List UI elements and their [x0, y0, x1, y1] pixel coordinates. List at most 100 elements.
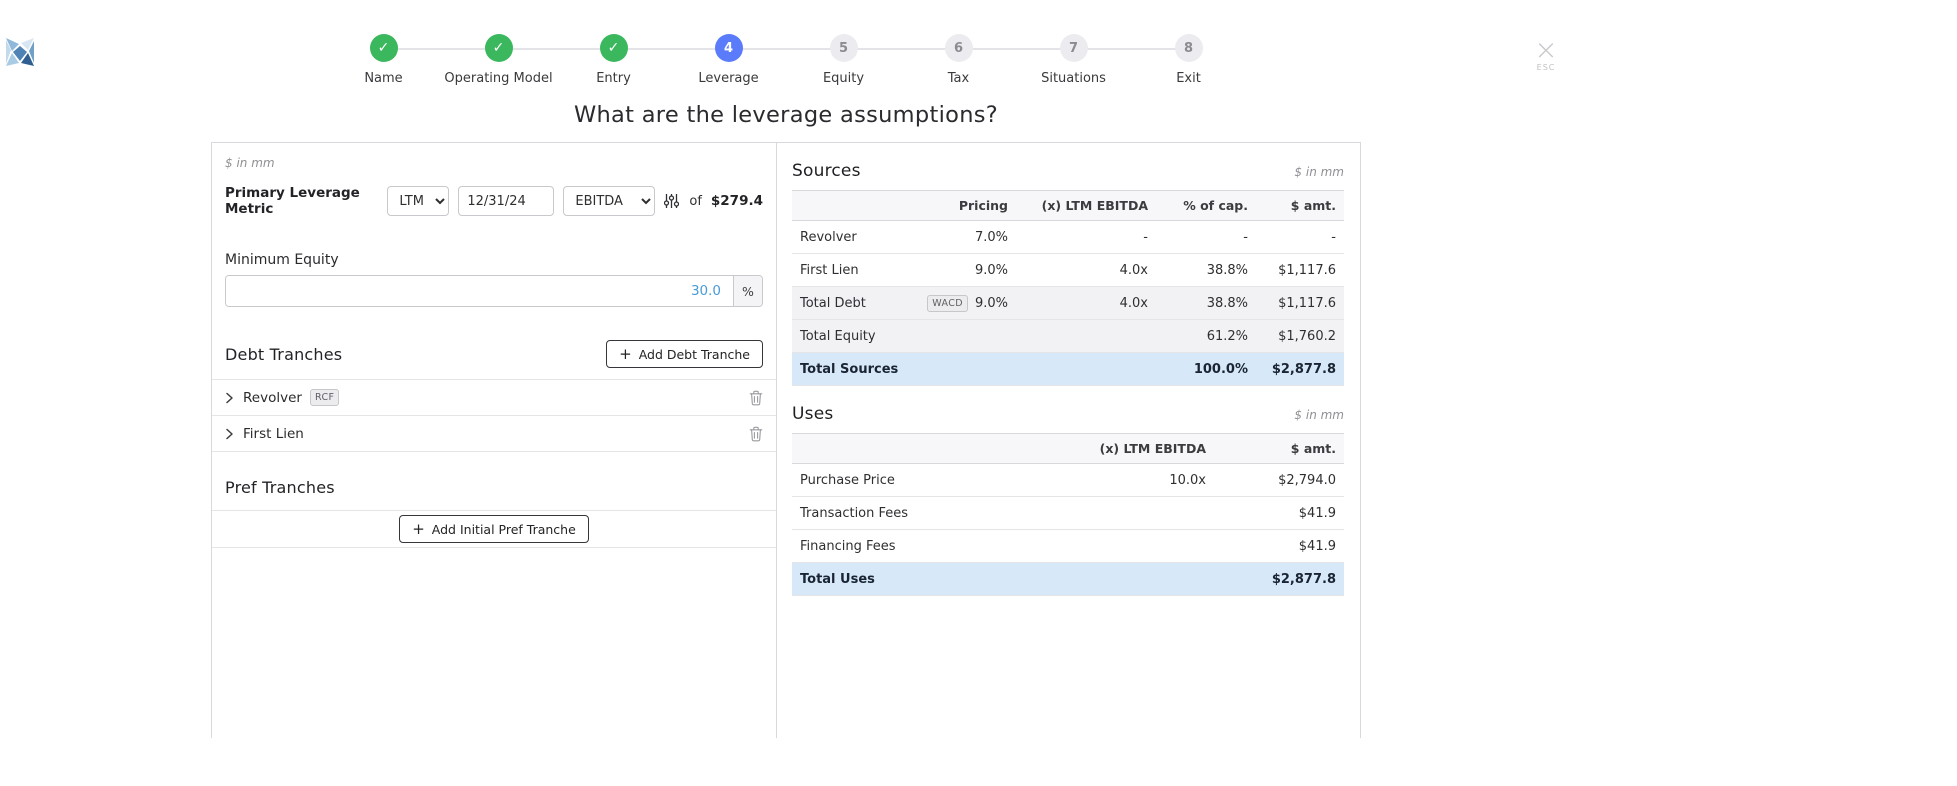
step-label: Name — [364, 71, 402, 86]
sources-row-total-debt: Total DebtWACD9.0%4.0x38.8%$1,117.6 — [792, 287, 1344, 320]
esc-label: ESC — [1527, 63, 1565, 72]
row-label: Total Equity — [792, 320, 906, 353]
stepper-steps: ✓ Name ✓Operating Model ✓ Entry 4 Leverage 5 Equ… — [326, 34, 1246, 86]
close-button[interactable]: × ESC — [1527, 38, 1565, 72]
check-icon: ✓ — [600, 34, 628, 62]
row-label: Financing Fees — [792, 530, 932, 563]
row-label: Transaction Fees — [792, 497, 932, 530]
stepper-step-name[interactable]: ✓ Name — [326, 34, 441, 86]
column-header — [792, 191, 906, 221]
ltm-ebitda-cell — [932, 497, 1214, 530]
row-label: Total Debt — [792, 287, 906, 320]
pref-add-row: + Add Initial Pref Tranche — [212, 510, 776, 548]
add-debt-tranche-label: Add Debt Tranche — [639, 347, 750, 362]
step-number: 5 — [830, 34, 858, 62]
uses-table: (x) LTM EBITDA$ amt. Purchase Price10.0x… — [792, 433, 1344, 596]
primary-metric-value: $279.4 — [711, 193, 763, 209]
sources-heading: Sources — [792, 161, 861, 181]
units-label: $ in mm — [225, 156, 763, 170]
pricing-cell — [906, 353, 1016, 386]
stepper-step-situations[interactable]: 7 Situations — [1016, 34, 1131, 86]
page-title: What are the leverage assumptions? — [211, 102, 1361, 128]
uses-header: Uses $ in mm — [792, 404, 1344, 424]
as-of-date-input[interactable] — [458, 186, 554, 216]
ltm-ebitda-cell — [1016, 353, 1156, 386]
primary-leverage-metric-label: Primary Leverage Metric — [225, 185, 387, 217]
debt-tranches-heading: Debt Tranches — [225, 345, 342, 364]
add-initial-pref-tranche-button[interactable]: + Add Initial Pref Tranche — [399, 515, 589, 543]
stepper-step-equity[interactable]: 5 Equity — [786, 34, 901, 86]
amount-cell: $1,760.2 — [1256, 320, 1344, 353]
uses-header-row: (x) LTM EBITDA$ amt. — [792, 434, 1344, 464]
plus-icon: + — [619, 347, 632, 362]
sources-row-revolver: Revolver7.0%--- — [792, 221, 1344, 254]
column-header: Pricing — [906, 191, 1016, 221]
sources-row-total-equity: Total Equity 61.2%$1,760.2 — [792, 320, 1344, 353]
step-number: 4 — [715, 34, 743, 62]
ltm-ebitda-cell — [932, 563, 1214, 596]
row-label: Total Uses — [792, 563, 932, 596]
pricing-cell — [906, 320, 1016, 353]
debt-tranche-row-first-lien[interactable]: First Lien — [212, 416, 776, 452]
ltm-ebitda-cell: 10.0x — [932, 464, 1214, 497]
pricing-cell: WACD9.0% — [906, 287, 1016, 320]
sources-units-label: $ in mm — [1294, 165, 1344, 179]
uses-row-transaction-fees: Transaction Fees$41.9 — [792, 497, 1344, 530]
tranche-type-badge: RCF — [310, 389, 339, 406]
step-label: Equity — [823, 71, 864, 86]
period-select[interactable]: LTM — [387, 186, 449, 216]
sources-uses-pane: Sources $ in mm Pricing (x) LTM EBITDA % o… — [777, 143, 1360, 738]
ltm-ebitda-cell — [932, 530, 1214, 563]
stepper-step-tax[interactable]: 6Tax — [901, 34, 1016, 86]
wizard-content: ✓ Name ✓Operating Model ✓ Entry 4 Leverage 5 Equ… — [211, 34, 1361, 738]
close-icon: × — [1527, 38, 1565, 62]
row-label: First Lien — [792, 254, 906, 287]
add-initial-pref-tranche-label: Add Initial Pref Tranche — [432, 522, 576, 537]
check-icon: ✓ — [370, 34, 398, 62]
step-label: Entry — [596, 71, 631, 86]
debt-tranche-row-revolver[interactable]: Revolver RCF — [212, 380, 776, 416]
pricing-cell: 7.0% — [906, 221, 1016, 254]
trash-icon[interactable] — [749, 390, 763, 406]
column-header: (x) LTM EBITDA — [932, 434, 1214, 464]
pref-tranches-heading: Pref Tranches — [225, 478, 763, 497]
step-label: Leverage — [698, 71, 758, 86]
stepper-step-operating-model[interactable]: ✓Operating Model — [441, 34, 556, 86]
add-debt-tranche-button[interactable]: + Add Debt Tranche — [606, 340, 763, 368]
stepper-step-entry[interactable]: ✓ Entry — [556, 34, 671, 86]
amount-cell: $41.9 — [1214, 530, 1344, 563]
pct-of-cap-cell: 38.8% — [1156, 254, 1256, 287]
trash-icon[interactable] — [749, 426, 763, 442]
step-label: Situations — [1041, 71, 1106, 86]
chevron-right-icon — [225, 392, 234, 404]
assumptions-pane: $ in mm Primary Leverage Metric LTM EBIT… — [212, 143, 777, 738]
leverage-card: $ in mm Primary Leverage Metric LTM EBIT… — [211, 142, 1361, 738]
stepper-step-exit[interactable]: 8Exit — [1131, 34, 1246, 86]
pct-of-cap-cell: 38.8% — [1156, 287, 1256, 320]
minimum-equity-input[interactable] — [226, 276, 733, 306]
tranche-name: Revolver — [243, 390, 302, 406]
uses-row-financing-fees: Financing Fees $41.9 — [792, 530, 1344, 563]
amount-cell: $2,877.8 — [1256, 353, 1344, 386]
uses-row-total-uses: Total Uses$2,877.8 — [792, 563, 1344, 596]
column-header: $ amt. — [1256, 191, 1344, 221]
uses-row-purchase-price: Purchase Price10.0x$2,794.0 — [792, 464, 1344, 497]
step-number: 7 — [1060, 34, 1088, 62]
uses-units-label: $ in mm — [1294, 408, 1344, 422]
pct-of-cap-cell: 100.0% — [1156, 353, 1256, 386]
tranche-name: First Lien — [243, 426, 304, 442]
metric-select[interactable]: EBITDA — [563, 186, 655, 216]
chevron-right-icon — [225, 428, 234, 440]
column-header: % of cap. — [1156, 191, 1256, 221]
filter-sliders-icon[interactable] — [664, 193, 679, 209]
minimum-equity-group: % — [225, 275, 763, 307]
uses-body: Purchase Price10.0x$2,794.0Transaction F… — [792, 464, 1344, 596]
sources-header: Sources $ in mm — [792, 161, 1344, 181]
wacd-badge: WACD — [927, 295, 968, 312]
amount-cell: - — [1256, 221, 1344, 254]
pct-of-cap-cell: 61.2% — [1156, 320, 1256, 353]
step-label: Tax — [948, 71, 969, 86]
sources-body: Revolver7.0%---First Lien9.0%4.0x38.8%$1… — [792, 221, 1344, 386]
minimum-equity-label: Minimum Equity — [225, 252, 763, 268]
stepper-step-leverage[interactable]: 4 Leverage — [671, 34, 786, 86]
